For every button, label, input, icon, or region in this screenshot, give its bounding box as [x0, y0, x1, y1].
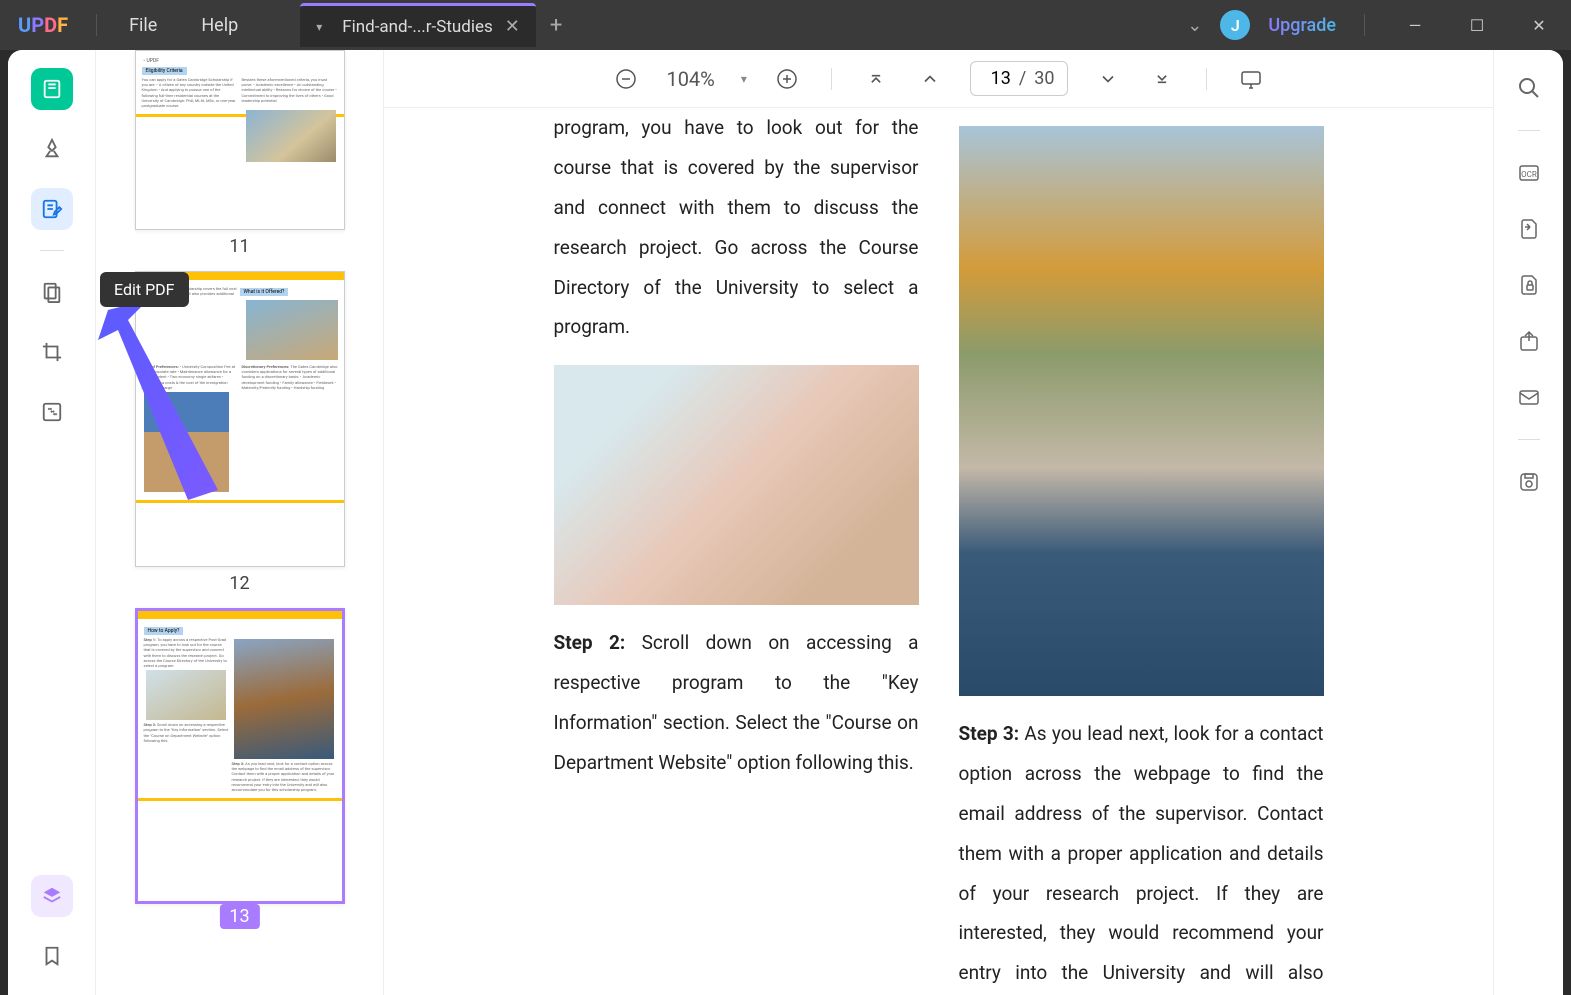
divider — [1206, 68, 1207, 90]
edit-pdf-tooltip: Edit PDF — [100, 272, 189, 307]
arrow-annotation — [98, 300, 238, 520]
first-page-button[interactable] — [862, 65, 890, 93]
upgrade-button[interactable]: Upgrade — [1268, 15, 1336, 36]
thumb-label-12: 12 — [126, 567, 353, 600]
app-logo: UPDF — [0, 13, 86, 37]
page-total: 30 — [1034, 68, 1054, 89]
search-button[interactable] — [1513, 72, 1545, 104]
bookmark-tool[interactable] — [31, 935, 73, 977]
thumbnail-panel[interactable]: ▫ UPDF Eligibility Criteria You can appl… — [96, 50, 384, 995]
expand-icon[interactable]: ⌄ — [1187, 15, 1202, 36]
thumb-label-11: 11 — [126, 230, 353, 263]
email-button[interactable] — [1513, 381, 1545, 413]
titlebar: UPDF File Help ▾ Find-and-...r-Studies ✕… — [0, 0, 1571, 50]
user-avatar[interactable]: J — [1220, 10, 1250, 40]
crop-tool[interactable] — [31, 331, 73, 373]
edit-pdf-tool[interactable] — [31, 188, 73, 230]
maximize-button[interactable]: ☐ — [1455, 16, 1499, 35]
close-window-button[interactable]: ✕ — [1517, 16, 1561, 35]
zoom-level: 104% — [666, 67, 714, 91]
page-right-column: Step 3: As you lead next, look for a con… — [959, 108, 1324, 995]
page-number-input[interactable] — [983, 68, 1011, 89]
convert-button[interactable] — [1513, 213, 1545, 245]
students-image — [554, 365, 919, 605]
right-tool-rail: OCR — [1493, 50, 1563, 995]
document-viewport[interactable]: program, you have to look out for the co… — [384, 108, 1493, 995]
thumb-label-13: 13 — [219, 904, 259, 929]
page-left-column: program, you have to look out for the co… — [554, 108, 919, 995]
divider — [1518, 439, 1540, 440]
ocr-button[interactable]: OCR — [1513, 157, 1545, 189]
layers-tool[interactable] — [31, 875, 73, 917]
document-page: program, you have to look out for the co… — [504, 108, 1374, 995]
tab-label: Find-and-...r-Studies — [342, 17, 493, 37]
zoom-dropdown[interactable]: ▾ — [741, 72, 747, 86]
document-area: 104% ▾ / 30 — [384, 50, 1493, 995]
document-toolbar: 104% ▾ / 30 — [384, 50, 1493, 108]
thumbnail-11[interactable]: ▫ UPDF Eligibility Criteria You can appl… — [126, 50, 353, 263]
last-page-button[interactable] — [1148, 65, 1176, 93]
step3-label: Step 3: — [959, 722, 1020, 745]
protect-button[interactable] — [1513, 269, 1545, 301]
add-tab-button[interactable]: + — [536, 13, 576, 38]
divider — [96, 14, 97, 36]
content-area: Edit PDF ▫ UPDF Eligibility Criteria You… — [8, 50, 1563, 995]
thumbnail-13[interactable]: ▫ UPDF How to Apply? Step 1: To apply ac… — [126, 608, 353, 929]
menu-file[interactable]: File — [107, 15, 179, 36]
pages-tool[interactable] — [31, 271, 73, 313]
divider — [40, 250, 64, 251]
page-separator: / — [1019, 68, 1026, 89]
bridge-image — [959, 126, 1324, 696]
document-tab[interactable]: ▾ Find-and-...r-Studies ✕ — [300, 3, 536, 47]
highlighter-tool[interactable] — [31, 128, 73, 170]
tab-chevron-icon[interactable]: ▾ — [316, 20, 330, 34]
presentation-button[interactable] — [1237, 65, 1265, 93]
close-icon[interactable]: ✕ — [505, 16, 520, 37]
save-button[interactable] — [1513, 466, 1545, 498]
zoom-out-button[interactable] — [612, 65, 640, 93]
divider — [831, 68, 832, 90]
divider — [1364, 14, 1365, 36]
next-page-button[interactable] — [1094, 65, 1122, 93]
step2-label: Step 2: — [554, 631, 626, 654]
redact-tool[interactable] — [31, 391, 73, 433]
menu-help[interactable]: Help — [179, 15, 260, 36]
zoom-in-button[interactable] — [773, 65, 801, 93]
prev-page-button[interactable] — [916, 65, 944, 93]
left-tool-rail: Edit PDF — [8, 50, 96, 995]
share-button[interactable] — [1513, 325, 1545, 357]
minimize-button[interactable]: — — [1393, 16, 1437, 35]
svg-text:OCR: OCR — [1521, 170, 1537, 179]
divider — [1518, 130, 1540, 131]
page-input-group[interactable]: / 30 — [970, 61, 1068, 96]
reader-tool[interactable] — [31, 68, 73, 110]
